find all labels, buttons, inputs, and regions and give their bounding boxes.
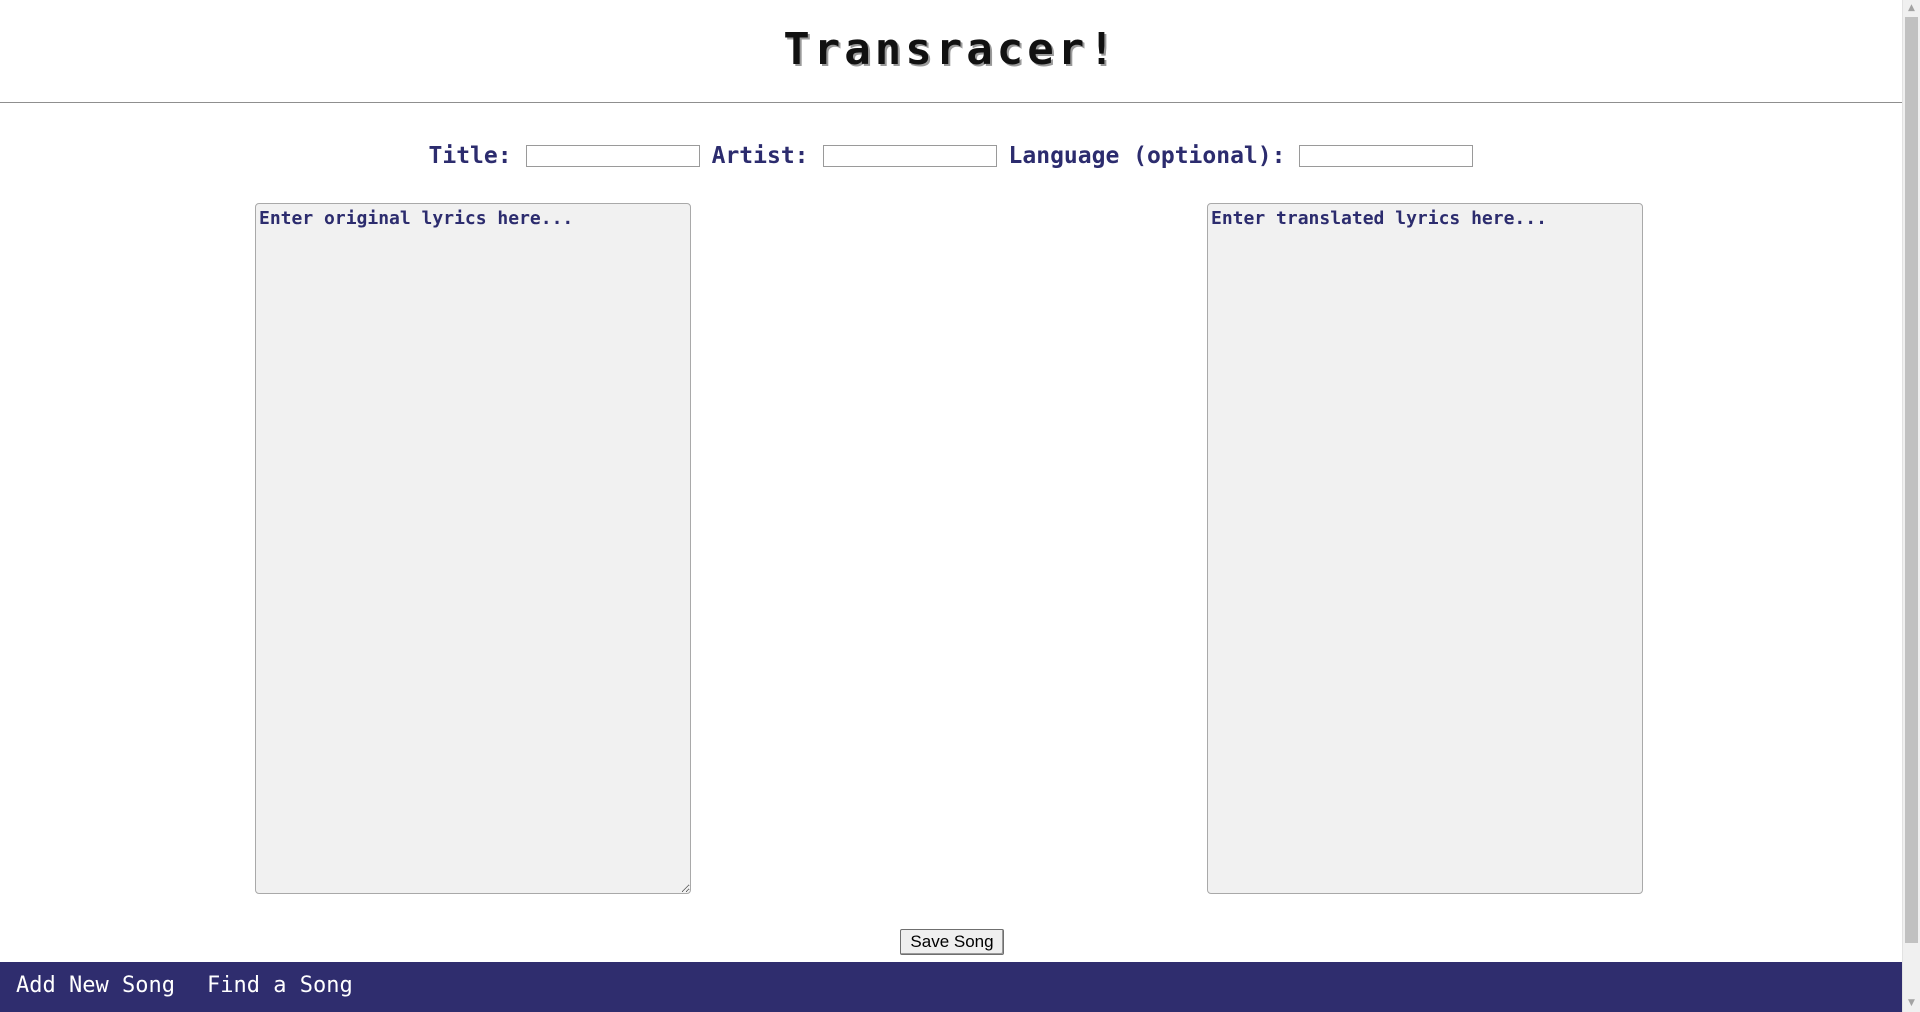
site-title: Transracer! (783, 24, 1119, 75)
original-lyrics-textarea[interactable] (255, 203, 691, 894)
title-label: Title: (428, 142, 512, 169)
bottom-nav-bar: Add New Song Find a Song (0, 962, 1902, 1012)
artist-input[interactable] (822, 144, 997, 167)
main-content: Transracer! Title: Artist: Language (optio… (0, 0, 1902, 1012)
language-input[interactable] (1299, 144, 1474, 167)
save-song-button[interactable]: Save Song (900, 929, 1004, 955)
page: Transracer! Title: Artist: Language (optio… (0, 0, 1920, 1012)
scroll-up-arrow-icon[interactable]: ▲ (1903, 0, 1920, 17)
nav-add-new-song-link[interactable]: Add New Song (16, 972, 175, 1000)
artist-label: Artist: (711, 142, 809, 169)
site-header: Transracer! (0, 0, 1902, 103)
scroll-down-arrow-icon[interactable]: ▼ (1903, 995, 1920, 1012)
language-label: Language (optional): (1008, 142, 1286, 169)
scrollbar-thumb[interactable] (1905, 17, 1918, 943)
nav-find-a-song-link[interactable]: Find a Song (207, 972, 353, 1000)
song-meta-form: Title: Artist: Language (optional): (0, 142, 1902, 169)
translated-lyrics-textarea[interactable] (1207, 203, 1643, 894)
title-input[interactable] (525, 144, 700, 167)
vertical-scrollbar[interactable]: ▲ ▼ (1902, 0, 1920, 1012)
